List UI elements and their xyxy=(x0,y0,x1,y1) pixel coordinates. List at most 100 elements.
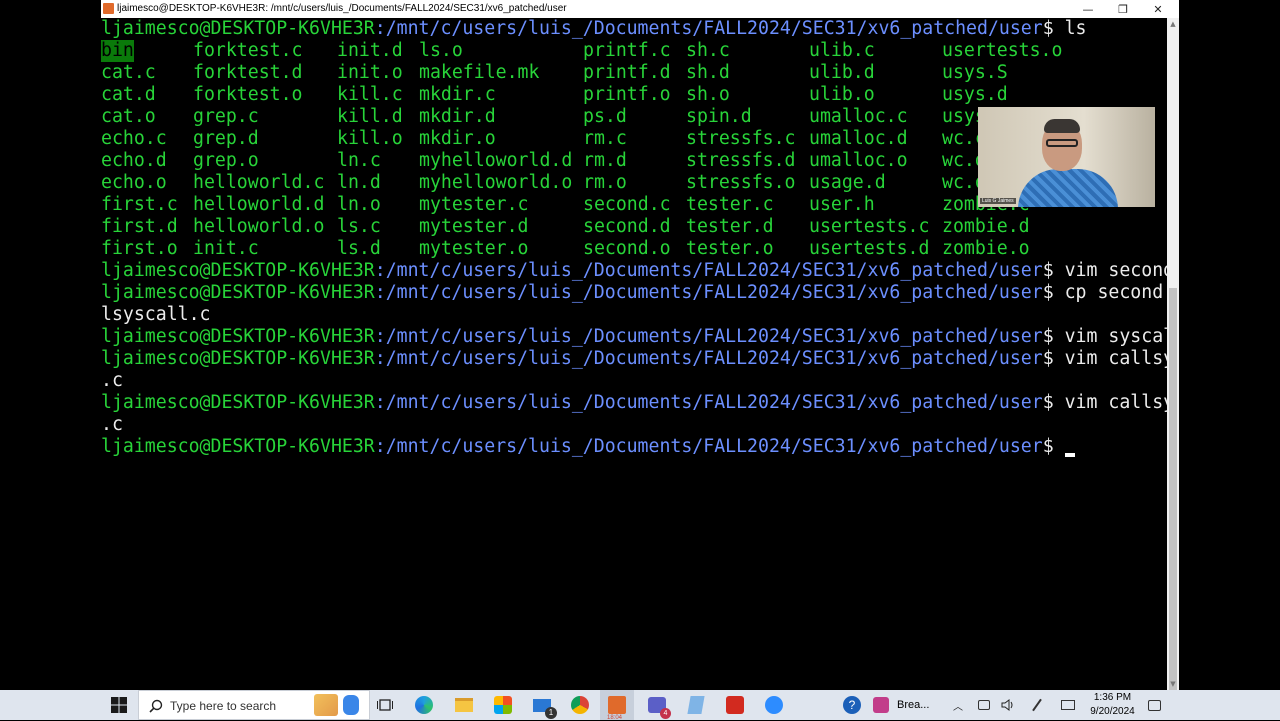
listing-row: first.o init.c ls.d mytester.o second.o teste… xyxy=(101,238,1167,260)
taskbar-app-bream[interactable]: Brea... xyxy=(873,690,941,720)
command-wrap-line: .c xyxy=(101,414,123,435)
app-icon xyxy=(873,697,889,713)
prompt-line-current[interactable]: ljaimesco@DESKTOP-K6VHE3R:/mnt/c/users/l… xyxy=(101,436,1075,458)
file-entry: umalloc.o xyxy=(809,150,908,171)
file-entry: echo.c xyxy=(101,128,167,149)
file-entry: sh.d xyxy=(686,62,730,83)
file-entry: kill.c xyxy=(337,84,403,105)
search-highlight-figure-icon xyxy=(343,695,359,715)
microsoft-store-icon[interactable] xyxy=(489,690,517,720)
file-entry: usage.d xyxy=(809,172,886,193)
command-text: vim callsyscall xyxy=(1064,348,1167,369)
prompt-line-vim-callsyscall: ljaimesco@DESKTOP-K6VHE3R:/mnt/c/users/l… xyxy=(101,348,1167,370)
minimize-button[interactable]: — xyxy=(1071,0,1105,18)
scrollbar-thumb[interactable] xyxy=(1169,288,1177,690)
pen-icon[interactable] xyxy=(1028,690,1046,720)
file-entry: myhelloworld.o xyxy=(419,172,573,193)
scroll-up-icon[interactable]: ▲ xyxy=(1167,18,1179,30)
scroll-down-icon[interactable]: ▼ xyxy=(1167,678,1179,690)
search-highlight-icon xyxy=(314,694,338,716)
help-icon[interactable]: ? xyxy=(838,690,866,720)
start-button[interactable] xyxy=(104,690,134,720)
ubuntu-taskbar-icon[interactable]: 18:04 xyxy=(600,690,634,721)
file-entry: stressfs.c xyxy=(686,128,796,149)
file-entry: sh.c xyxy=(686,40,730,61)
file-entry: usys.S xyxy=(942,62,1008,83)
prompt-user: ljaimesco@DESKTOP-K6VHE3R xyxy=(101,18,375,39)
file-entry: rm.o xyxy=(583,172,627,193)
command-text: vim syscall.c xyxy=(1064,326,1167,347)
file-entry: ulib.o xyxy=(809,84,875,105)
mail-icon[interactable]: 1 xyxy=(528,690,557,720)
file-entry: second.c xyxy=(583,194,671,215)
file-entry: user.h xyxy=(809,194,875,215)
teams-icon[interactable]: 4 xyxy=(643,690,671,720)
mail-badge: 1 xyxy=(545,706,557,719)
search-icon xyxy=(149,699,163,713)
command-text: cp second.c cal xyxy=(1064,282,1167,303)
file-entry: stressfs.d xyxy=(686,150,796,171)
file-entry: rm.d xyxy=(583,150,627,171)
window-title: ljaimesco@DESKTOP-K6VHE3R: /mnt/c/users/… xyxy=(117,3,567,14)
ubuntu-taskbar-label: 18:04 xyxy=(607,715,623,721)
file-entry: umalloc.d xyxy=(809,128,908,149)
command-wrap-line: lsyscall.c xyxy=(101,304,211,325)
clock-time: 1:36 PM xyxy=(1093,692,1132,703)
chrome-icon[interactable] xyxy=(566,690,594,720)
file-entry: myhelloworld.d xyxy=(419,150,573,171)
file-entry: grep.c xyxy=(193,106,259,127)
acrobat-icon[interactable] xyxy=(721,690,749,720)
file-entry: grep.o xyxy=(193,150,259,171)
file-entry: tester.d xyxy=(686,216,774,237)
file-entry: ulib.c xyxy=(809,40,875,61)
file-entry: cat.c xyxy=(101,62,156,83)
file-entry: tester.c xyxy=(686,194,774,215)
listing-row: first.d helloworld.o ls.c mytester.d second.… xyxy=(101,216,1167,238)
file-entry: ln.d xyxy=(337,172,381,193)
file-entry: init.c xyxy=(193,238,259,259)
command-text: vim second.c xyxy=(1064,260,1167,281)
notepad-icon[interactable] xyxy=(682,690,710,720)
taskbar-search-box[interactable]: Type here to search xyxy=(138,690,370,720)
title-bar[interactable]: ljaimesco@DESKTOP-K6VHE3R: /mnt/c/users/… xyxy=(101,0,1179,18)
file-entry: ln.c xyxy=(337,150,381,171)
speaker-icon[interactable] xyxy=(999,690,1017,720)
prompt-sign: $ xyxy=(1042,18,1054,39)
file-entry: spin.d xyxy=(686,106,752,127)
show-hidden-icons-chevron-up-icon[interactable]: ︿ xyxy=(950,690,966,720)
listing-row: cat.c forktest.d init.o makefile.mk printf.d… xyxy=(101,62,1167,84)
webcam-name-tag: Luis G Jaimes xyxy=(980,198,1016,204)
vertical-scrollbar[interactable]: ▲ ▼ xyxy=(1167,18,1179,690)
file-entry: rm.c xyxy=(583,128,627,149)
file-entry: mytester.c xyxy=(419,194,529,215)
search-placeholder: Type here to search xyxy=(170,699,277,713)
command-text: vim callsyscall xyxy=(1064,392,1167,413)
listing-row: cat.d forktest.o kill.c mkdir.c printf.o sh.o… xyxy=(101,84,1167,106)
meet-now-icon[interactable] xyxy=(975,690,993,720)
file-entry: init.d xyxy=(337,40,403,61)
edge-browser-icon[interactable] xyxy=(410,690,438,720)
file-entry: zombie.d xyxy=(942,216,1030,237)
file-entry: kill.o xyxy=(337,128,403,149)
file-entry: cat.d xyxy=(101,84,156,105)
file-entry: helloworld.c xyxy=(193,172,325,193)
system-clock[interactable]: 1:36 PM 9/20/2024 xyxy=(1085,690,1140,720)
task-view-icon[interactable] xyxy=(372,690,398,720)
file-entry: umalloc.c xyxy=(809,106,908,127)
file-entry: forktest.c xyxy=(193,40,303,61)
file-entry: echo.o xyxy=(101,172,167,193)
file-entry: grep.d xyxy=(193,128,259,149)
windows-logo-icon xyxy=(111,697,127,713)
file-entry: usertests.d xyxy=(809,238,930,259)
ubuntu-app-icon xyxy=(103,3,114,14)
maximize-button[interactable]: ❐ xyxy=(1106,0,1140,18)
close-button[interactable]: ✕ xyxy=(1141,0,1175,18)
notifications-icon[interactable] xyxy=(1144,690,1164,720)
prompt-line-cp: ljaimesco@DESKTOP-K6VHE3R:/mnt/c/users/l… xyxy=(101,282,1167,304)
file-entry: ln.o xyxy=(337,194,381,215)
file-entry: bin xyxy=(101,40,134,62)
network-icon[interactable] xyxy=(1058,690,1078,720)
file-explorer-icon[interactable] xyxy=(450,690,478,720)
zoom-icon[interactable] xyxy=(760,690,788,720)
command-text: ls xyxy=(1053,18,1087,39)
